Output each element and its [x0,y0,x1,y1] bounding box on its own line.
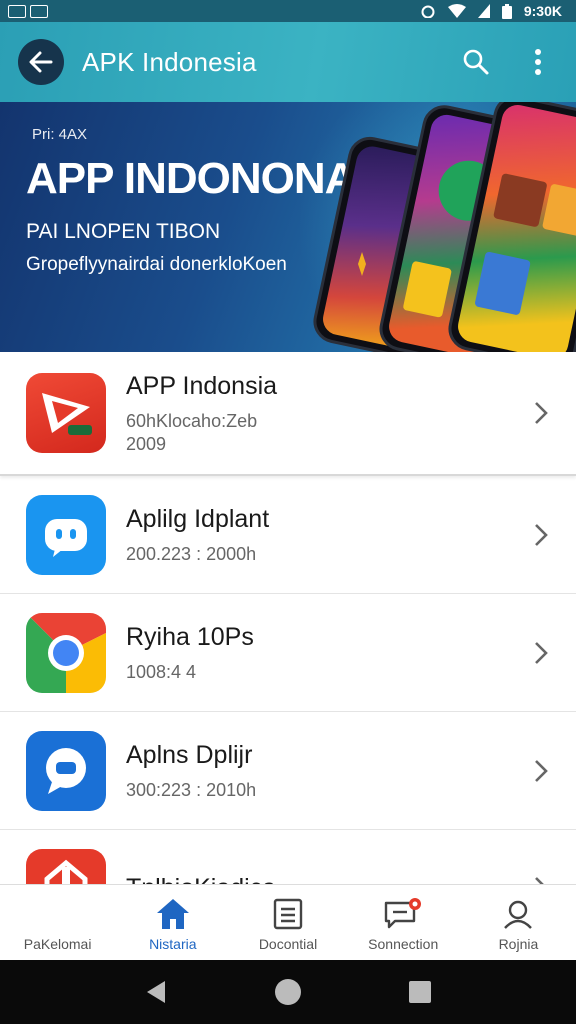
system-back-button[interactable] [136,972,176,1012]
app-meta: 1008:4 4 [126,661,197,682]
nav-label: Docontial [258,936,318,952]
chrome-icon [26,612,106,693]
profile-icon [502,896,534,932]
notification-icon [30,4,48,18]
app-bar: APK Indonesia [0,22,576,102]
notification-icons [8,4,48,18]
wifi-icon [447,4,466,18]
notification-icon [8,4,26,18]
chevron-right-icon [535,759,548,782]
system-navigation-bar [0,960,576,1024]
promo-banner[interactable]: Pri: 4AX APP INDONONA PAI LNOPEN TIBON G… [0,102,576,352]
search-button[interactable] [456,42,496,82]
home-icon [155,896,191,932]
gift-icon [26,848,106,884]
list-item[interactable]: Ryiha 10Ps 1008:4 4 [0,594,576,712]
play-arrow-icon [26,373,106,453]
nav-item-apps[interactable]: PaKelomai [0,885,115,960]
banner-label: Pri: 4AX [32,126,88,143]
list-item[interactable]: Aplns Dplijr 300:223 : 2010h [0,712,576,830]
banner-subtitle: PAI LNOPEN TIBON [26,220,221,243]
nav-item-profile[interactable]: Rojnia [461,885,576,960]
search-icon [463,49,489,75]
app-name: APP Indonsia [126,371,278,400]
app-meta: 200.223 : 2000h [126,543,257,564]
chevron-right-icon [535,877,544,884]
app-name: Aplns Dplijr [126,740,253,769]
chevron-right-icon [535,523,548,546]
chevron-right-icon [535,641,548,664]
sparkle-icon [358,252,366,276]
square-recents-icon [409,981,431,1003]
more-vert-icon [535,49,541,75]
app-name: Ryiha 10Ps [126,622,254,651]
list-item[interactable]: Aplilg Idplant 200.223 : 2000h [0,476,576,594]
page-title: APK Indonesia [82,46,257,77]
app-name: TnlbioKiadica [126,874,550,884]
chat-bot-icon [26,494,106,575]
document-icon [273,896,303,932]
status-time: 9:30K [523,3,562,19]
app-name: Aplilg Idplant [126,504,270,533]
nav-label: Sonnection [368,936,439,952]
nav-item-home[interactable]: Nistaria [115,885,230,960]
app-meta-year: 2009 [126,433,167,454]
circle-home-icon [275,979,301,1005]
more-options-button[interactable] [518,42,558,82]
nav-label: Nistaria [149,936,197,952]
nav-item-connection[interactable]: Sonnection [346,885,461,960]
bottom-navigation: PaKelomai Nistaria Docontial Sonnection … [0,884,576,960]
status-bar: 9:30K [0,0,576,22]
chevron-right-icon [535,402,548,424]
signal-icon [477,4,490,18]
status-indicators: 9:30K [420,3,562,19]
app-list: APP Indonsia 60hKlocaho:Zeb 2009 Aplilg … [0,352,576,884]
triangle-back-icon [147,981,165,1003]
system-recents-button[interactable] [400,972,440,1012]
arrow-left-icon [29,51,53,73]
battery-icon [501,3,512,19]
nav-item-document[interactable]: Docontial [230,885,345,960]
nav-label: PaKelomai [23,936,92,952]
list-item[interactable]: APP Indonsia 60hKlocaho:Zeb 2009 [0,352,576,476]
list-item[interactable]: TnlbioKiadica [0,830,576,884]
nav-label: Rojnia [498,936,539,952]
message-bubble-icon [26,730,106,811]
app-meta: 300:223 : 2010h [126,779,257,800]
app-meta: 60hKlocaho:Zeb [126,410,258,431]
system-home-button[interactable] [268,972,308,1012]
chat-notification-icon [383,896,423,932]
banner-tagline: Gropeflyynairdai donerkloKoen [26,254,287,275]
back-button[interactable] [18,39,64,85]
banner-title: APP INDONONA [26,154,356,203]
alarm-icon [421,5,435,18]
